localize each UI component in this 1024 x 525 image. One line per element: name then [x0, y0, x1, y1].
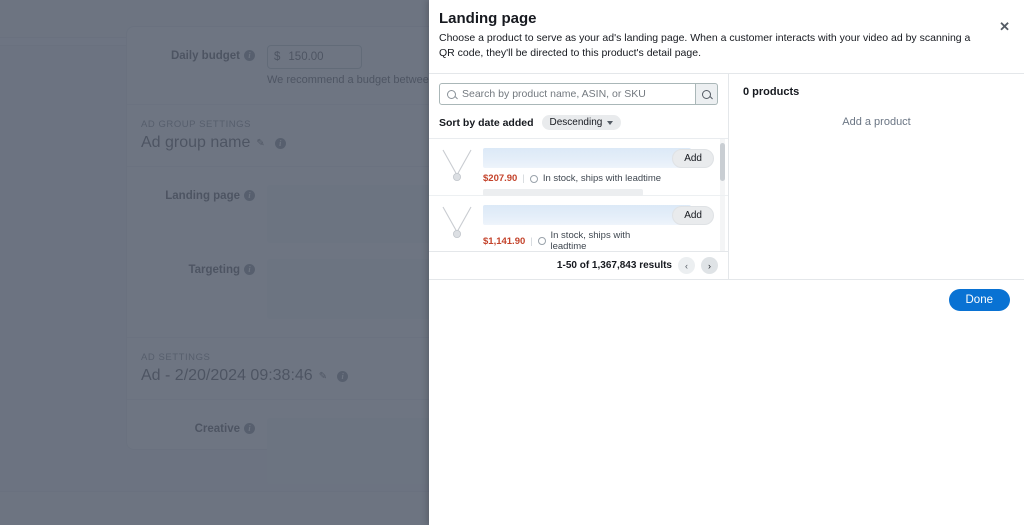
product-meta: $207.90 | In stock, ships with leadtime	[483, 173, 664, 184]
search-row	[429, 74, 728, 111]
page-title: Landing page	[439, 10, 537, 27]
selected-products-count: 0 products	[743, 86, 800, 99]
stock-status-icon	[537, 237, 546, 246]
modal-filler	[429, 320, 1024, 525]
close-icon[interactable]: ✕	[999, 20, 1010, 33]
product-thumbnail	[439, 204, 475, 244]
product-info: $1,141.90 | In stock, ships with leadtim…	[483, 204, 691, 251]
stock-status-icon	[529, 174, 538, 183]
product-availability: In stock, ships with leadtime	[542, 173, 662, 185]
add-product-button[interactable]: Add	[672, 206, 714, 226]
product-list-item[interactable]: $1,141.90 | In stock, ships with leadtim…	[429, 196, 728, 251]
product-search-pane: Sort by date added Descending	[429, 74, 729, 280]
product-list-item[interactable]: $207.90 | In stock, ships with leadtime …	[429, 139, 728, 197]
product-subtitle-redacted	[483, 189, 643, 197]
modal-footer: Done	[429, 279, 1024, 321]
product-info: $207.90 | In stock, ships with leadtime	[483, 147, 691, 197]
done-button[interactable]: Done	[948, 289, 1010, 312]
product-title-redacted	[483, 148, 691, 169]
product-price: $207.90	[483, 173, 518, 185]
sort-direction-select[interactable]: Descending	[541, 115, 622, 131]
sort-row: Sort by date added Descending	[429, 111, 728, 140]
add-product-button[interactable]: Add	[672, 149, 714, 169]
chevron-down-icon	[607, 120, 614, 125]
search-input[interactable]	[462, 88, 688, 101]
sort-label: Sort by date added	[439, 116, 534, 129]
meta-divider: |	[522, 173, 525, 185]
search-icon	[702, 89, 711, 99]
pagination-results-text: 1-50 of 1,367,843 results	[556, 260, 672, 272]
selected-products-pane: 0 products Add a product	[729, 74, 1024, 279]
meta-divider: |	[530, 235, 533, 247]
selected-products-empty-state: Add a product	[842, 116, 911, 129]
pagination-next-button[interactable]: ›	[701, 257, 718, 275]
product-meta: $1,141.90 | In stock, ships with leadtim…	[483, 230, 664, 251]
search-icon	[447, 89, 456, 99]
search-input-wrapper[interactable]	[439, 83, 696, 106]
modal-description: Choose a product to serve as your ad's l…	[439, 32, 971, 60]
product-list: $207.90 | In stock, ships with leadtime …	[429, 139, 728, 252]
product-title-redacted	[483, 205, 691, 226]
sort-direction-value: Descending	[549, 117, 603, 129]
search-submit-button[interactable]	[696, 83, 718, 106]
product-thumbnail	[439, 147, 475, 187]
modal-body: Sort by date added Descending	[429, 74, 1024, 280]
modal-header: Landing page Choose a product to serve a…	[429, 0, 1024, 73]
product-availability: In stock, ships with leadtime	[550, 230, 631, 252]
landing-page-modal: Landing page Choose a product to serve a…	[429, 0, 1024, 525]
pagination: 1-50 of 1,367,843 results ‹ ›	[429, 251, 728, 280]
pagination-prev-button[interactable]: ‹	[678, 257, 695, 275]
screen: Daily budgeti $ 150.00 We recommend a bu…	[0, 0, 1024, 525]
product-price: $1,141.90	[483, 235, 526, 247]
